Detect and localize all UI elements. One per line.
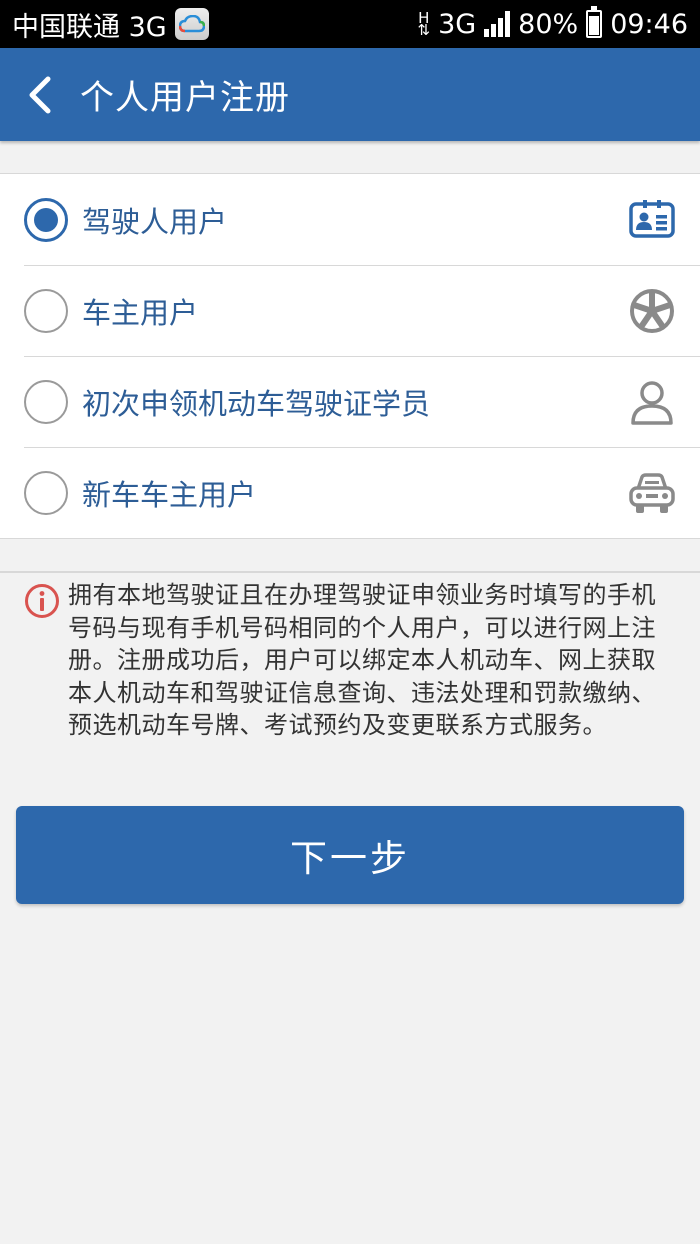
network-type-label: 3G (438, 8, 477, 40)
radio-driver-user[interactable] (24, 197, 68, 242)
next-step-button[interactable]: 下一步 (16, 806, 684, 904)
option-driver-user[interactable]: 驾驶人用户 (0, 174, 700, 265)
option-vehicle-owner[interactable]: 车主用户 (0, 265, 700, 356)
status-bar: 中国联通 3G H ⇅ 3G 80% 09:46 (0, 0, 700, 48)
option-first-license-student[interactable]: 初次申领机动车驾驶证学员 (0, 356, 700, 447)
app-bar: 个人用户注册 (0, 48, 700, 141)
carrier-label: 中国联通 3G (12, 11, 167, 43)
option-label: 驾驶人用户 (82, 204, 228, 239)
battery-percent: 80% (518, 8, 579, 40)
info-icon (25, 584, 59, 618)
hspa-indicator: H ⇅ (417, 9, 431, 39)
clock: 09:46 (610, 8, 688, 40)
signal-icon (484, 11, 511, 37)
id-card-icon (629, 199, 675, 238)
option-label: 车主用户 (82, 295, 199, 330)
option-new-car-owner[interactable]: 新车车主用户 (0, 447, 700, 538)
registration-notice: 拥有本地驾驶证且在办理驾驶证申领业务时填写的手机号码与现有手机号码相同的个人用户… (0, 571, 700, 742)
battery-icon (586, 6, 603, 38)
radio-new-car-owner[interactable] (24, 470, 68, 515)
car-icon (629, 472, 675, 513)
person-icon (631, 380, 673, 425)
option-label: 初次申领机动车驾驶证学员 (82, 386, 431, 421)
option-label: 新车车主用户 (82, 477, 257, 512)
chevron-left-icon (29, 76, 51, 113)
page-title: 个人用户注册 (80, 78, 290, 118)
notice-text: 拥有本地驾驶证且在办理驾驶证申领业务时填写的手机号码与现有手机号码相同的个人用户… (68, 581, 656, 739)
radio-vehicle-owner[interactable] (24, 288, 68, 333)
cloud-app-icon (174, 8, 209, 40)
user-type-options: 驾驶人用户 车主用户 初次申领机动车驾驶证学员 新车车主用户 (0, 173, 700, 539)
radio-first-license-student[interactable] (24, 379, 68, 424)
wheel-icon (630, 288, 674, 333)
back-button[interactable] (0, 48, 80, 141)
